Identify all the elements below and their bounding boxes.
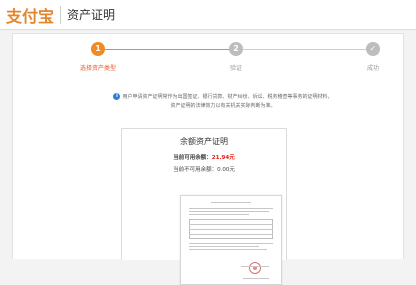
header-divider [60, 6, 61, 24]
check-icon: ✓ [366, 42, 380, 56]
certificate-preview-image [180, 195, 282, 285]
certificate-title: 余额资产证明 [180, 137, 228, 146]
progress-steps: 1 选择资产类型 2 验证 ✓ 成功 [13, 42, 405, 82]
available-balance-label: 当前可用余额： [173, 155, 212, 161]
notice-line-2: 资产证明的法律效力以有关机关实际判断为准。 [170, 103, 276, 109]
logo-text: 支付宝 [6, 7, 55, 26]
available-balance-row: 当前可用余额：21.94元 [122, 154, 286, 162]
seal-icon [249, 262, 261, 274]
step-number-icon: 2 [229, 42, 243, 56]
step-select-asset-type: 1 选择资产类型 [58, 42, 138, 73]
main-panel: 1 选择资产类型 2 验证 ✓ 成功 i 用户申请资产证明常作为出国签证、银行贷款… [12, 33, 405, 285]
step-number-icon: 1 [91, 42, 105, 56]
unavailable-balance-row: 当前不可用余额：0.00元 [122, 166, 286, 174]
alipay-logo[interactable]: 支付宝 [6, 4, 54, 26]
info-notice: i 用户申请资产证明常作为出国签证、银行贷款、财产纠纷、诉讼、税务稽查等事务的证明… [103, 93, 343, 111]
step-label: 选择资产类型 [79, 65, 116, 72]
step-verify: 2 验证 [196, 42, 276, 73]
info-icon: i [113, 93, 121, 100]
step-label: 成功 [366, 65, 379, 72]
unavailable-balance-label: 当前不可用余额： [173, 167, 218, 173]
page-title: 资产证明 [67, 8, 116, 22]
balance-certificate-card: 余额资产证明 当前可用余额：21.94元 当前不可用余额：0.00元 [121, 128, 287, 285]
available-balance-value: 21.94元 [211, 155, 235, 161]
unavailable-balance-value: 0.00元 [217, 167, 235, 173]
step-success: ✓ 成功 [333, 42, 413, 73]
notice-line-1: 用户申请资产证明常作为出国签证、银行贷款、财产纠纷、诉讼、税务稽查等事务的证明材… [122, 94, 333, 100]
step-label: 验证 [229, 65, 242, 72]
top-header: 支付宝 资产证明 [0, 0, 416, 30]
